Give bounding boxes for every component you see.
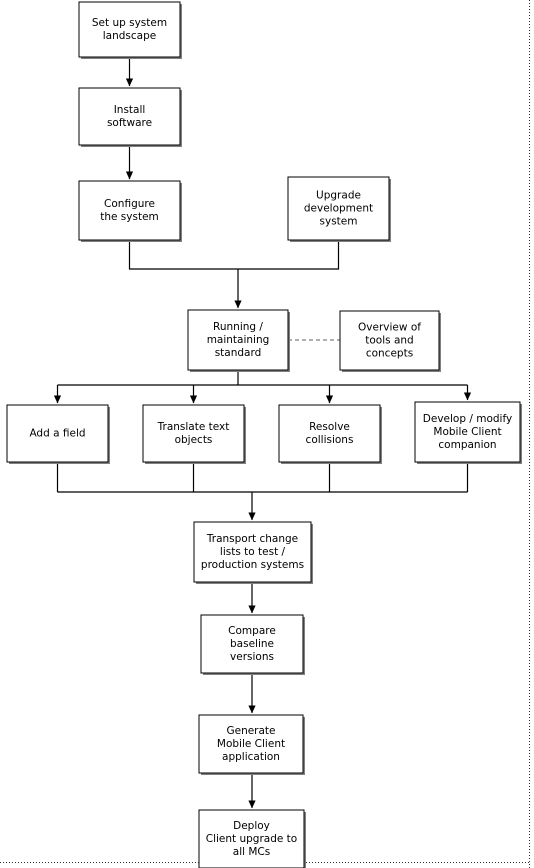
node-label-line: objects	[175, 434, 213, 446]
node-label-line: Set up system	[92, 17, 167, 29]
node-add-a-field[interactable]: Add a field	[6, 404, 110, 464]
node-install-software[interactable]: Installsoftware	[78, 87, 182, 147]
node-label-line: Install	[114, 104, 146, 116]
connector-configure-to-merge	[128, 240, 238, 270]
node-label-line: standard	[215, 347, 262, 359]
node-label-line: application	[222, 751, 280, 763]
process-nodes: Set up systemlandscape Installsoftware Con…	[6, 1, 522, 868]
node-label-line: all MCs	[233, 846, 270, 858]
node-label-line: production systems	[201, 559, 304, 571]
node-label-line: system	[320, 216, 358, 228]
node-configure-the-system[interactable]: Configurethe system	[78, 180, 182, 242]
node-label-line: lists to test /	[220, 546, 286, 558]
flowchart-svg: Set up systemlandscape Installsoftware Con…	[0, 0, 530, 868]
node-label-line: tools and	[365, 335, 413, 347]
node-upgrade-development-system[interactable]: Upgradedevelopmentsystem	[287, 176, 391, 242]
node-setup-system-landscape[interactable]: Set up systemlandscape	[78, 1, 182, 59]
connectors	[53, 57, 472, 809]
node-running-maintaining-standard[interactable]: Running /maintainingstandard	[187, 309, 290, 372]
node-translate-text-objects[interactable]: Translate textobjects	[142, 404, 246, 464]
node-transport-change-lists[interactable]: Transport changelists to test /productio…	[193, 521, 313, 584]
node-label-line: collisions	[306, 434, 354, 446]
node-compare-baseline-versions[interactable]: Comparebaselineversions	[200, 614, 305, 675]
node-label-line: Compare	[228, 625, 276, 637]
node-label-line: maintaining	[207, 334, 270, 346]
node-generate-mobile-client-application[interactable]: GenerateMobile Clientapplication	[198, 714, 305, 775]
node-label-line: Mobile Client	[217, 738, 285, 750]
node-label-line: Client upgrade to	[206, 833, 297, 845]
node-label-line: Configure	[104, 198, 155, 210]
node-label-line: landscape	[103, 30, 156, 42]
node-label-line: concepts	[366, 348, 413, 360]
node-label-line: Resolve	[309, 421, 350, 433]
node-label-line: companion	[438, 439, 496, 451]
node-label-line: Develop / modify	[423, 413, 512, 425]
node-label-line: the system	[100, 211, 159, 223]
node-label-line: Translate text	[157, 421, 230, 433]
node-label-line: Generate	[226, 725, 275, 737]
node-label-line: versions	[230, 651, 274, 663]
node-label-line: Overview of	[358, 322, 421, 334]
node-develop-modify-mobile-client-companion[interactable]: Develop / modifyMobile Clientcompanion	[414, 401, 522, 464]
node-deploy-client-upgrade[interactable]: DeployClient upgrade toall MCs	[198, 809, 306, 868]
node-resolve-collisions[interactable]: Resolvecollisions	[278, 404, 382, 464]
node-label-line: baseline	[230, 638, 274, 650]
node-label-line: Upgrade	[316, 190, 361, 202]
node-label-line: Add a field	[29, 428, 85, 440]
node-label-line: Deploy	[233, 820, 270, 832]
flowchart-canvas: Set up system landscape Install software Con…	[0, 0, 534, 868]
node-label-line: Running /	[213, 321, 263, 333]
connector-upgrade-to-merge	[238, 240, 340, 270]
node-label-line: software	[107, 117, 152, 129]
node-label-line: Mobile Client	[433, 426, 501, 438]
node-overview-of-tools-and-concepts[interactable]: Overview oftools andconcepts	[339, 310, 441, 372]
node-label-line: Transport change	[206, 533, 298, 545]
node-label-line: development	[304, 203, 373, 215]
